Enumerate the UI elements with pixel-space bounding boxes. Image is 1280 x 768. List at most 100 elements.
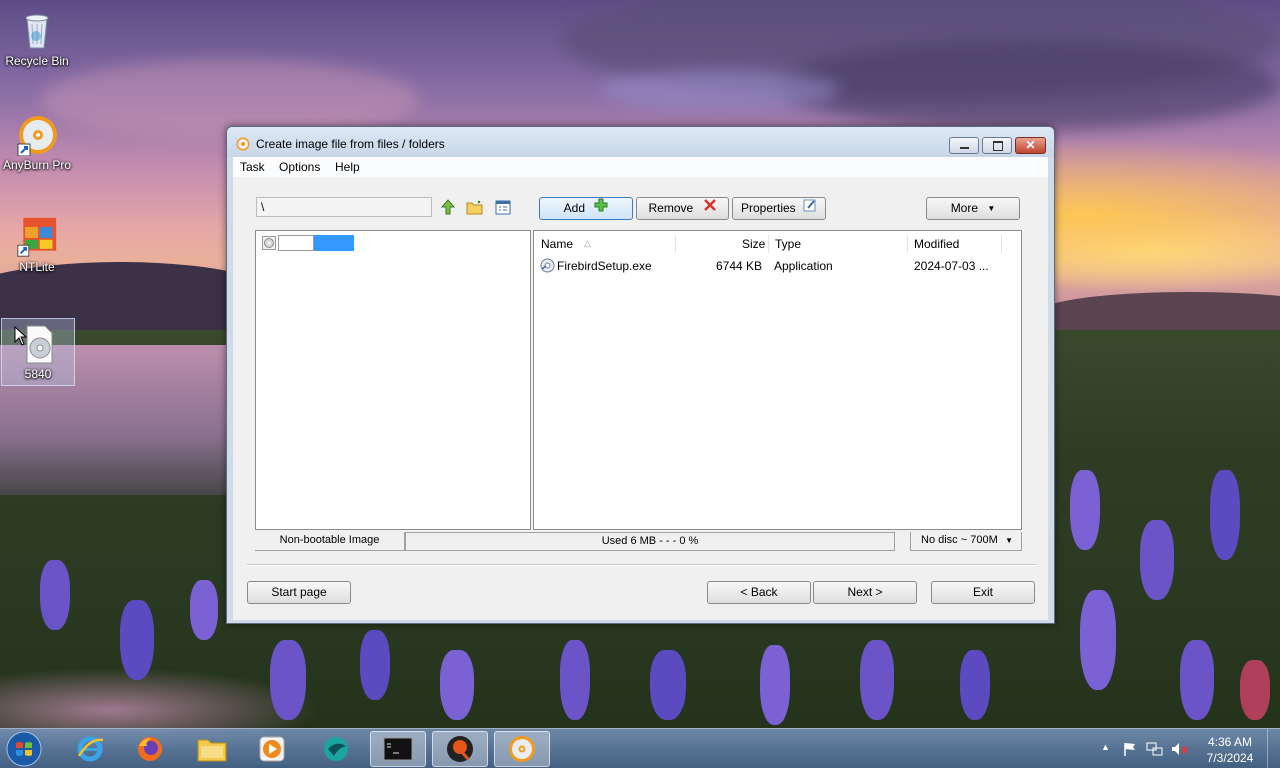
taskbar-internet-explorer[interactable] [62,731,118,767]
flower [1240,660,1270,720]
disc-capacity-select[interactable]: No disc ~ 700M ▼ [910,532,1022,551]
dropdown-arrow-icon: ▼ [987,204,996,213]
taskbar: ▲ 4:36 AM 7/3/2024 [0,728,1280,768]
folder-icon [197,739,227,762]
folder-tree-pane[interactable] [255,230,531,530]
flower [120,600,154,680]
chevron-down-icon: ▼ [1005,536,1013,545]
icon-label: 5840 [24,367,52,381]
taskbar-firefox[interactable] [122,731,178,767]
mouse-cursor-icon [14,325,28,351]
hill [1040,292,1280,332]
ntlite-icon [16,216,58,258]
flower [860,640,894,720]
minimize-button[interactable] [949,137,979,154]
flower [40,560,70,630]
file-modified: 2024-07-03 ... [914,259,989,273]
exit-button[interactable]: Exit [931,581,1035,604]
close-icon: ✕ [1025,138,1036,152]
icon-label: AnyBurn Pro [2,158,72,172]
maximize-icon [993,141,1003,151]
desktop-icon-recycle-bin[interactable]: Recycle Bin [1,6,73,68]
desktop-icon-ntlite[interactable]: NTLite [1,212,73,274]
flower [1080,590,1116,690]
disc-burn-icon [509,736,535,762]
show-desktop-button[interactable] [1267,729,1280,768]
flower [960,650,990,720]
desktop-icon-5840[interactable]: 5840 [1,318,75,386]
app-disc-icon [236,137,250,156]
flower [1070,470,1100,550]
red-x-icon [703,198,717,219]
minimize-icon [960,147,969,149]
taskbar-app-teal[interactable] [308,731,364,767]
new-folder-icon[interactable] [466,200,484,220]
properties-button[interactable]: Properties [732,197,826,220]
back-button[interactable]: < Back [707,581,811,604]
flower [650,650,686,720]
exe-file-icon [540,258,555,278]
taskbar-command-prompt[interactable] [370,731,426,767]
window-client-area: \ Add Remove Properties More ▼ Name △ Si… [233,177,1048,620]
windows-start-orb-icon [6,731,42,767]
more-label: More [950,201,979,215]
menu-options[interactable]: Options [279,160,320,174]
flower [760,645,790,725]
menu-help[interactable]: Help [335,160,360,174]
cloud [600,70,840,110]
flower [360,630,390,700]
file-list-pane[interactable]: Name △ Size Type Modified FirebirdSetup.… [533,230,1022,530]
action-center-flag-icon[interactable] [1122,741,1138,762]
add-label: Add [563,201,585,215]
path-field[interactable]: \ [256,197,432,217]
volume-muted-icon[interactable] [1171,741,1189,762]
icon-label: NTLite [19,260,55,274]
flower [1140,520,1174,600]
go-up-icon[interactable] [439,199,457,220]
file-size: 6744 KB [716,259,763,273]
teal-app-icon [324,737,348,761]
status-bar: Non-bootable Image Used 6 MB - - - 0 % N… [255,532,1022,551]
properties-icon [803,198,817,219]
flower [190,580,218,640]
flower [270,640,306,720]
more-button[interactable]: More ▼ [926,197,1020,220]
disc-burn-icon [16,114,58,157]
boot-status: Non-bootable Image [255,532,405,551]
desktop-icon-anyburn-pro[interactable]: AnyBurn Pro [1,110,73,172]
show-hidden-icons-icon[interactable]: ▲ [1101,742,1110,752]
usage-bar: Used 6 MB - - - 0 % [405,532,895,551]
maximize-button[interactable] [982,137,1012,154]
taskbar-app-q[interactable] [432,731,488,767]
clock-date: 7/3/2024 [1206,751,1254,765]
firefox-icon [138,737,162,761]
disc-icon [262,236,276,255]
start-button[interactable] [4,730,44,768]
remove-label: Remove [648,201,694,215]
taskbar-media-player[interactable] [244,731,300,767]
cloud [780,40,1280,130]
root-name-edit-box[interactable] [278,235,314,251]
plus-icon [594,198,608,219]
disc-capacity-value: No disc ~ 700M [921,534,998,546]
taskbar-anyburn[interactable] [494,731,550,767]
add-button[interactable]: Add [539,197,633,220]
taskbar-file-explorer[interactable] [184,731,240,767]
menu-task[interactable]: Task [240,160,265,174]
create-image-window: Create image file from files / folders ✕… [226,126,1055,624]
close-button[interactable]: ✕ [1015,137,1046,154]
flower [1180,640,1214,720]
menu-bar: Task Options Help [233,157,1048,177]
next-button[interactable]: Next > [813,581,917,604]
properties-label: Properties [740,201,796,215]
clock[interactable]: 4:36 AM 7/3/2024 [1192,734,1268,766]
file-type: Application [774,259,833,273]
remove-button[interactable]: Remove [636,197,729,220]
view-mode-icon[interactable] [495,200,511,220]
window-titlebar[interactable]: Create image file from files / folders ✕ [227,127,1054,157]
command-prompt-icon [383,737,413,761]
start-page-button[interactable]: Start page [247,581,351,604]
recycle-bin-icon [16,10,58,52]
table-row[interactable]: FirebirdSetup.exe 6744 KB Application 20… [534,231,1021,279]
network-icon[interactable] [1146,741,1164,762]
